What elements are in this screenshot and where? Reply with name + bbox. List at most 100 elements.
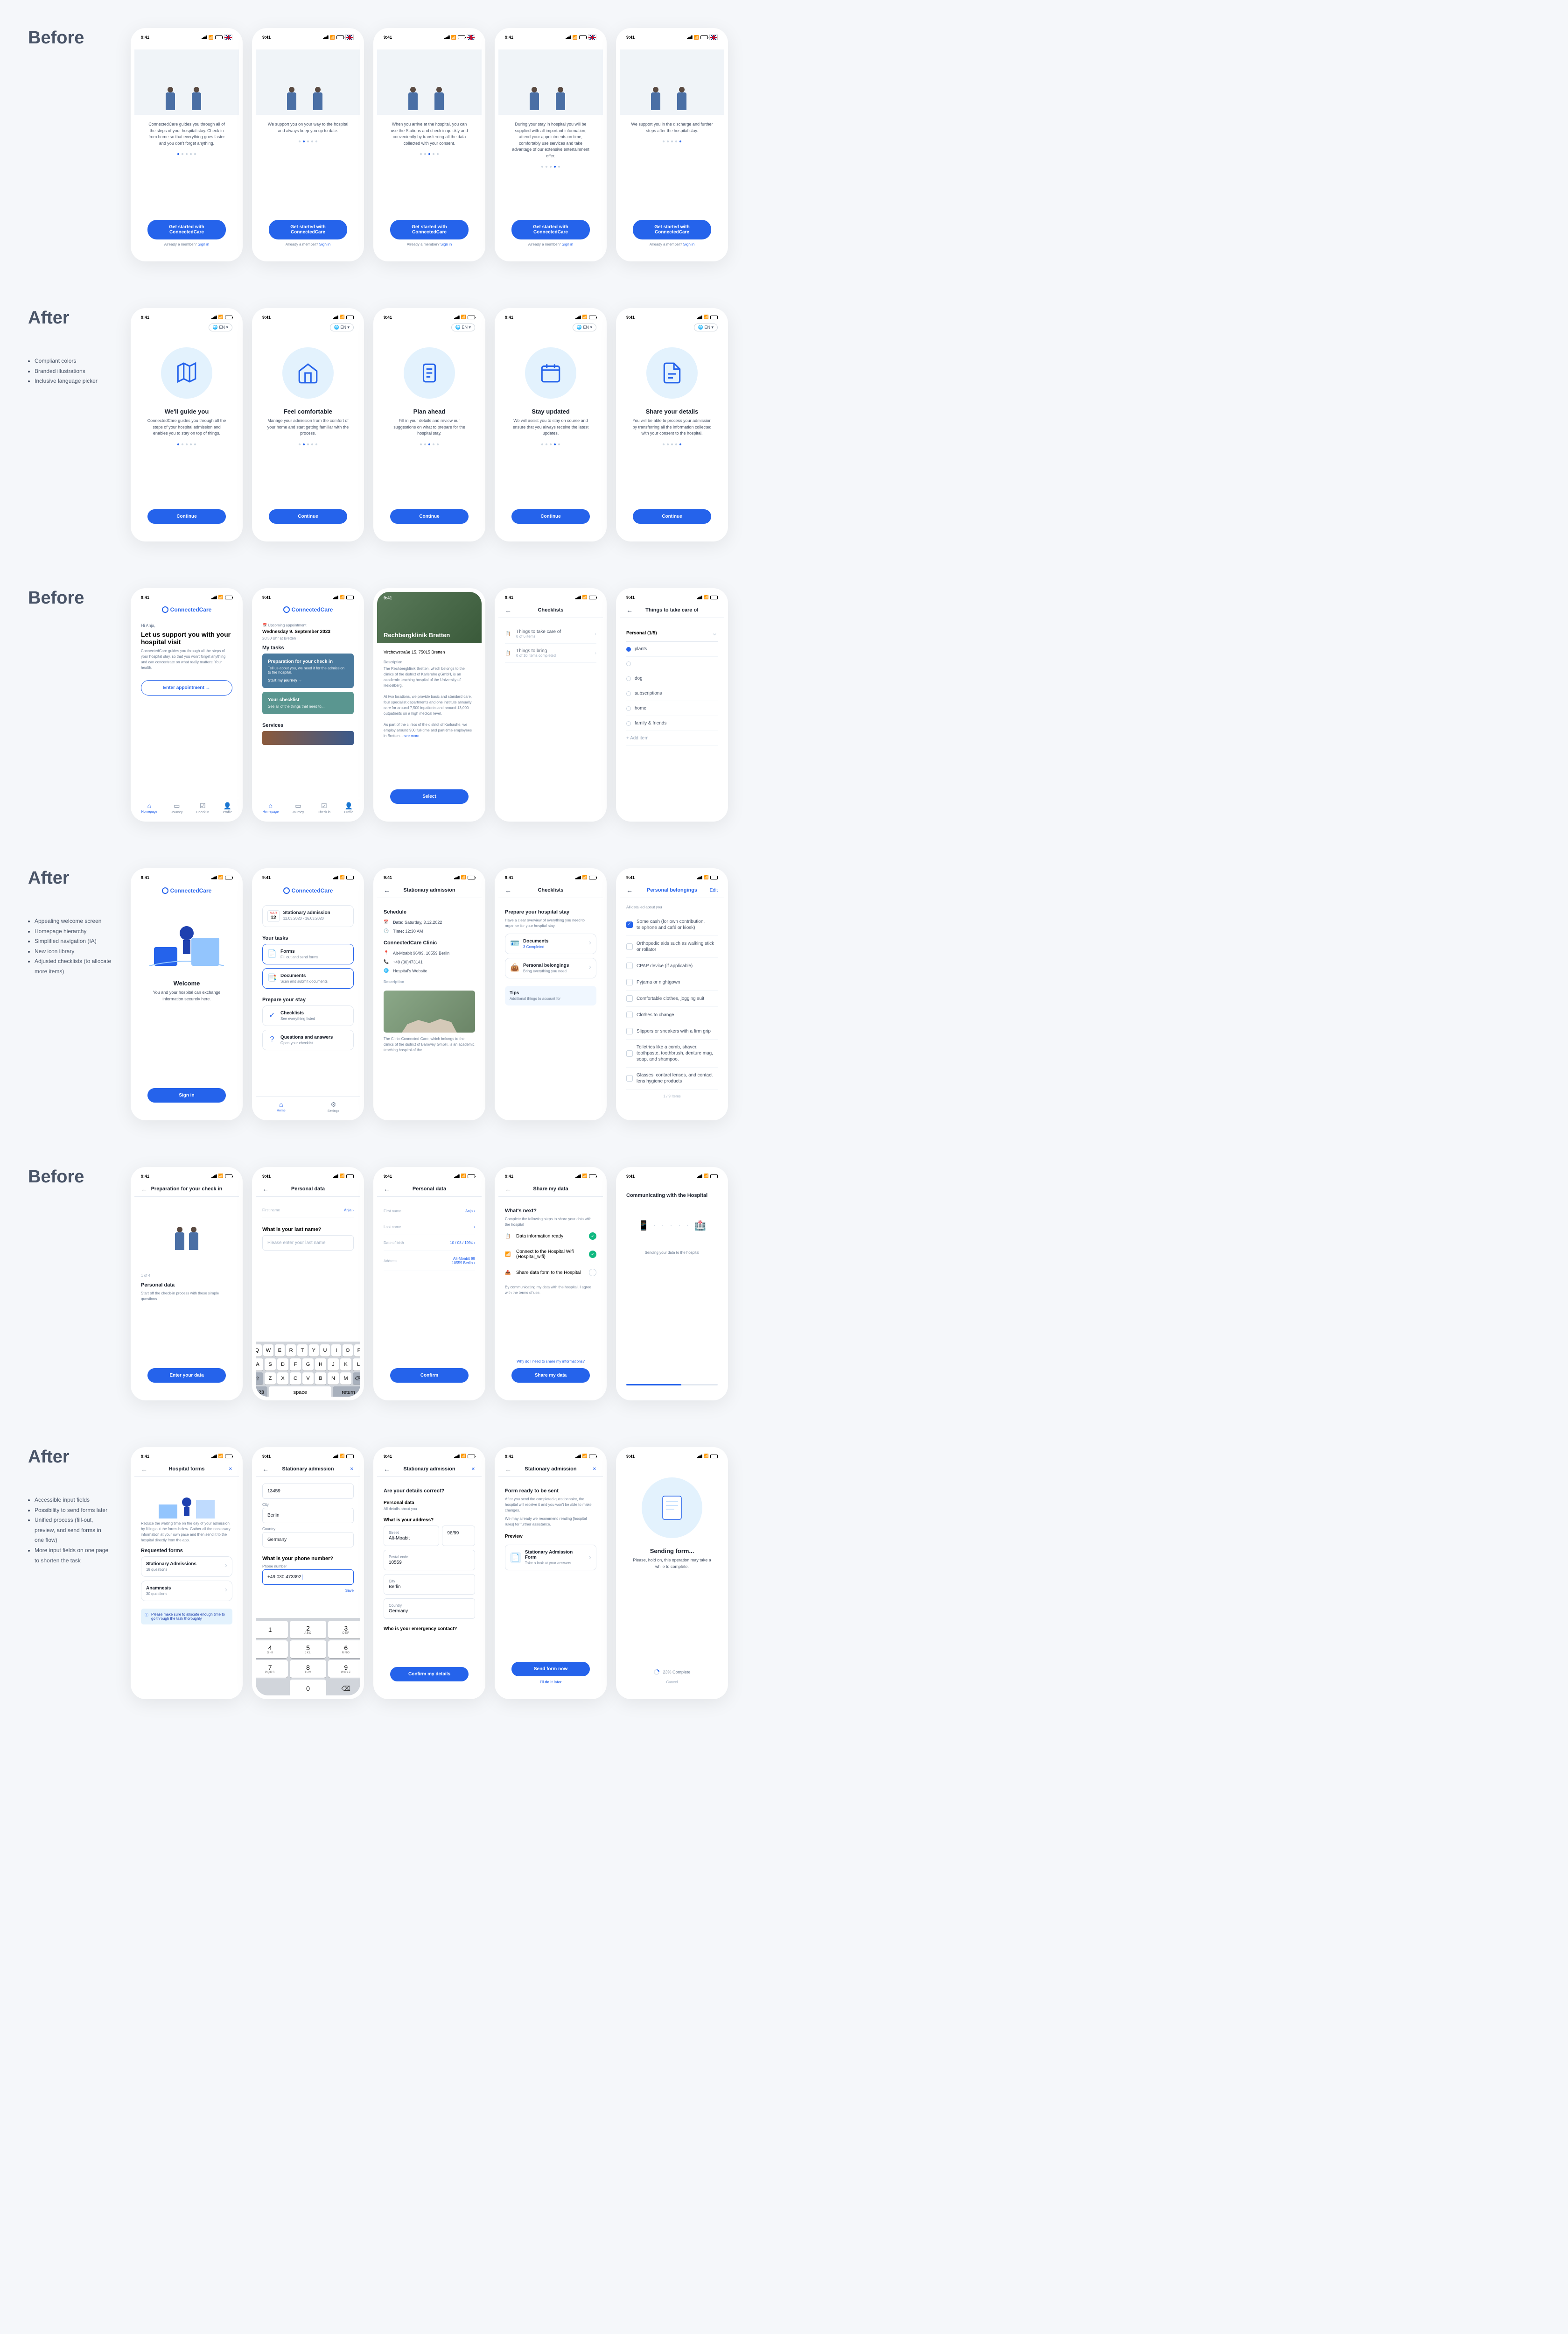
numeric-key[interactable]: 123 [256,1386,267,1397]
field-value[interactable]: › [474,1225,475,1229]
key[interactable]: Y [309,1344,319,1357]
space-key[interactable]: space [269,1386,331,1397]
checklists-card[interactable]: ✓ChecklistsSee everything listed [262,1005,354,1026]
edit-button[interactable]: Edit [708,888,718,893]
key-3[interactable]: 3DEF [328,1621,360,1638]
signin-link[interactable]: Already a member? Sign in [505,242,596,246]
back-button[interactable]: ← [505,886,514,894]
back-button[interactable]: ← [384,886,393,894]
confirm-button[interactable]: Confirm [390,1368,469,1383]
key-1[interactable]: 1 [256,1621,288,1638]
get-started-button[interactable]: Get started with ConnectedCare [511,220,590,239]
preview-card[interactable]: 📄 Stationary Admission FormTake a look a… [505,1545,596,1570]
task-card[interactable]: Your checklistSee all of the things that… [262,692,354,714]
flag-icon[interactable] [709,35,718,40]
key[interactable]: P [354,1344,360,1357]
checkbox[interactable] [626,979,633,985]
get-started-button[interactable]: Get started with ConnectedCare [269,220,347,239]
send-later-link[interactable]: I'll do it later [505,1680,596,1684]
get-started-button[interactable]: Get started with ConnectedCare [390,220,469,239]
keyboard[interactable]: QWERTYUIOP ASDFGHJKL ⇧ZXCVBNM⌫ 123spacer… [256,1342,360,1397]
add-item-button[interactable]: + Add item [626,731,718,746]
tab-check in[interactable]: ☑Check in [318,802,330,814]
language-picker[interactable]: 🌐 EN ▾ [330,323,354,331]
postal-input[interactable]: 13459 [262,1483,354,1499]
list-item[interactable]: home [626,701,718,716]
checkbox[interactable] [626,921,633,928]
continue-button[interactable]: Continue [390,509,469,524]
key-5[interactable]: 5JKL [290,1640,326,1658]
street-no-input[interactable]: 96/99 [442,1526,475,1546]
form-item[interactable]: Stationary Admissions18 questions› [141,1556,232,1577]
list-item[interactable]: plants [626,642,718,657]
section-header[interactable]: Personal (1/5) [626,631,657,636]
return-key[interactable]: return [333,1386,360,1397]
checklist-item[interactable]: CPAP device (if applicable) [626,958,718,974]
tab-settings[interactable]: ⚙Settings [328,1101,339,1113]
share-button[interactable]: Share my data [511,1368,590,1383]
last-name-input[interactable]: Please enter your last name [262,1235,354,1251]
why-link[interactable]: Why do I need to share my informations? [505,1359,596,1364]
language-picker[interactable]: 🌐 EN ▾ [451,323,475,331]
key[interactable]: E [275,1344,285,1357]
back-button[interactable]: ← [141,1185,150,1193]
tab-homepage[interactable]: ⌂Homepage [263,802,279,814]
country-input[interactable]: CountryGermany [384,1598,475,1619]
flag-icon[interactable] [224,35,232,40]
street-input[interactable]: StreetAlt-Moabit [384,1526,439,1546]
key[interactable]: Q [256,1344,262,1357]
signin-link[interactable]: Already a member? Sign in [626,242,718,246]
services-preview[interactable] [262,731,354,745]
key-7[interactable]: 7PQRS [256,1660,288,1678]
get-started-button[interactable]: Get started with ConnectedCare [633,220,711,239]
checkbox[interactable] [626,963,633,969]
flag-icon[interactable] [467,35,475,40]
key-9[interactable]: 9WXYZ [328,1660,360,1678]
get-started-button[interactable]: Get started with ConnectedCare [147,220,226,239]
form-item[interactable]: Anamnesis30 questions› [141,1581,232,1601]
back-button[interactable]: ← [384,1185,393,1193]
checklist-item[interactable]: Comfortable clothes, jogging suit [626,991,718,1007]
forms-card[interactable]: 📄FormsFill out and send forms [262,944,354,964]
tab-homepage[interactable]: ⌂Homepage [141,802,157,814]
back-button[interactable]: ← [626,886,636,894]
city-input[interactable]: Berlin [262,1508,354,1523]
signin-link[interactable]: Already a member? Sign in [141,242,232,246]
checklist-item[interactable]: Some cash (for own contribution, telepho… [626,914,718,936]
checkbox[interactable] [626,1012,633,1018]
field-value[interactable]: 10 / 08 / 1994 › [450,1241,475,1245]
checkbox[interactable] [626,1028,633,1034]
key[interactable]: S [265,1358,276,1371]
list-item[interactable]: dog [626,671,718,686]
language-picker[interactable]: 🌐 EN ▾ [209,323,232,331]
key[interactable]: L [353,1358,360,1371]
sign-in-button[interactable]: Sign in [147,1088,226,1103]
key[interactable]: T [297,1344,307,1357]
key[interactable]: K [340,1358,351,1371]
checkbox[interactable] [626,995,633,1002]
signin-link[interactable]: Already a member? Sign in [384,242,475,246]
tab-journey[interactable]: ▭Journey [171,802,182,814]
key[interactable]: A [256,1358,263,1371]
checkbox[interactable] [626,1075,633,1082]
select-button[interactable]: Select [390,789,469,804]
city-input[interactable]: CityBerlin [384,1574,475,1595]
backspace-key[interactable]: ⌫ [328,1680,360,1695]
checklist-item[interactable]: Clothes to change [626,1007,718,1023]
back-button[interactable]: ← [384,1465,393,1473]
task-card[interactable]: Preparation for your check inTell us abo… [262,654,354,688]
continue-button[interactable]: Continue [269,509,347,524]
phone-row[interactable]: 📞+49 (30)473141 [384,959,475,964]
key[interactable]: G [302,1358,314,1371]
key[interactable]: W [263,1344,273,1357]
back-button[interactable]: ← [141,1465,150,1473]
key[interactable]: R [286,1344,296,1357]
back-button[interactable]: ← [505,1185,514,1193]
key[interactable]: V [302,1372,314,1385]
tab-journey[interactable]: ▭Journey [292,802,304,814]
key[interactable]: Z [265,1372,276,1385]
back-button[interactable]: ← [262,1465,272,1473]
key[interactable]: N [328,1372,339,1385]
see-more-link[interactable]: see more [404,734,419,738]
qa-card[interactable]: ?Questions and answersOpen your checklis… [262,1030,354,1050]
